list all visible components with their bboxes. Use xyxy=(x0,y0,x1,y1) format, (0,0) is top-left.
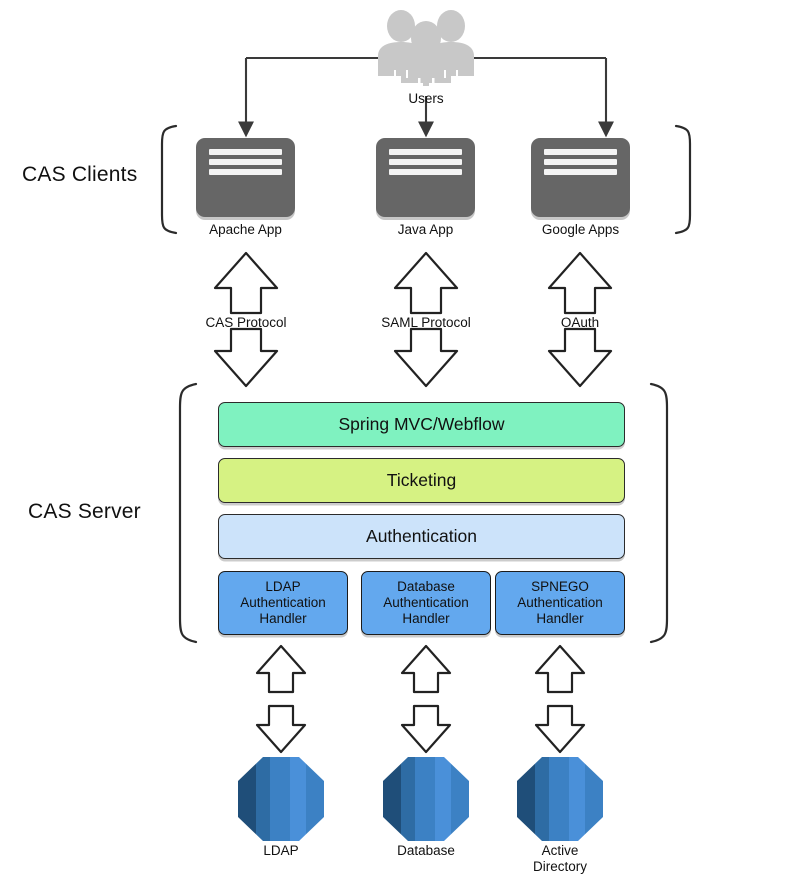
handler-label: SPNEGO Authentication Handler xyxy=(517,579,603,626)
client-icon-apache-app[interactable] xyxy=(196,138,295,217)
group-label-cas-clients: CAS Clients xyxy=(22,163,138,186)
server-layer-label: Authentication xyxy=(366,526,477,546)
client-label-google-apps: Google Apps xyxy=(541,222,620,237)
client-label-apache-app: Apache App xyxy=(209,222,282,237)
arrow-up-oauth xyxy=(547,251,613,315)
datastore-icon xyxy=(238,757,324,841)
server-layer-ticketing[interactable]: Ticketing xyxy=(218,458,625,503)
app-server-icon xyxy=(544,149,617,175)
group-label-cas-server: CAS Server xyxy=(28,500,141,523)
server-layer-label: Ticketing xyxy=(386,470,457,490)
arrow-down-database xyxy=(400,704,452,754)
datastore-label-database: Database xyxy=(397,843,455,858)
server-layer-authentication[interactable]: Authentication xyxy=(218,514,625,559)
datastore-icon xyxy=(383,757,469,841)
handler-database-authentication-handler[interactable]: Database Authentication Handler xyxy=(361,571,491,635)
users-label: Users xyxy=(408,91,444,106)
protocol-label-saml-protocol: SAML Protocol xyxy=(381,315,471,330)
datastore-label-active-directory: Active Directory xyxy=(532,843,587,874)
client-icon-java-app[interactable] xyxy=(376,138,475,217)
arrow-down-ldap xyxy=(255,704,307,754)
handler-label: Database Authentication Handler xyxy=(383,579,469,626)
app-server-icon xyxy=(209,149,282,175)
datastore-block-arrows xyxy=(255,644,586,754)
arrow-down-cas-protocol xyxy=(213,327,279,388)
diagram-canvas: Users CAS Clients CAS Server Apache App … xyxy=(0,0,802,883)
datastore-icon-ldap[interactable] xyxy=(238,757,324,841)
arrow-down-saml-protocol xyxy=(393,327,459,388)
users-group-icon xyxy=(374,4,478,86)
protocol-label-cas-protocol: CAS Protocol xyxy=(205,315,287,330)
datastore-icon xyxy=(517,757,603,841)
users-group-icon-art xyxy=(378,10,474,86)
protocol-label-oauth: OAuth xyxy=(560,315,600,330)
arrow-down-active-directory xyxy=(534,704,586,754)
arrow-down-oauth xyxy=(547,327,613,388)
server-layer-spring-mvc-webflow[interactable]: Spring MVC/Webflow xyxy=(218,402,625,447)
arrow-up-saml-protocol xyxy=(393,251,459,315)
handler-spnego-authentication-handler[interactable]: SPNEGO Authentication Handler xyxy=(495,571,625,635)
arrow-up-active-directory xyxy=(534,644,586,694)
app-server-icon xyxy=(389,149,462,175)
server-layer-label: Spring MVC/Webflow xyxy=(338,414,505,434)
client-label-java-app: Java App xyxy=(397,222,454,237)
handler-label: LDAP Authentication Handler xyxy=(240,579,326,626)
client-icon-google-apps[interactable] xyxy=(531,138,630,217)
datastore-icon-database[interactable] xyxy=(383,757,469,841)
arrow-up-ldap xyxy=(255,644,307,694)
arrow-up-cas-protocol xyxy=(213,251,279,315)
arrow-up-database xyxy=(400,644,452,694)
handler-ldap-authentication-handler[interactable]: LDAP Authentication Handler xyxy=(218,571,348,635)
datastore-label-ldap: LDAP xyxy=(263,843,299,858)
datastore-icon-active-directory[interactable] xyxy=(517,757,603,841)
